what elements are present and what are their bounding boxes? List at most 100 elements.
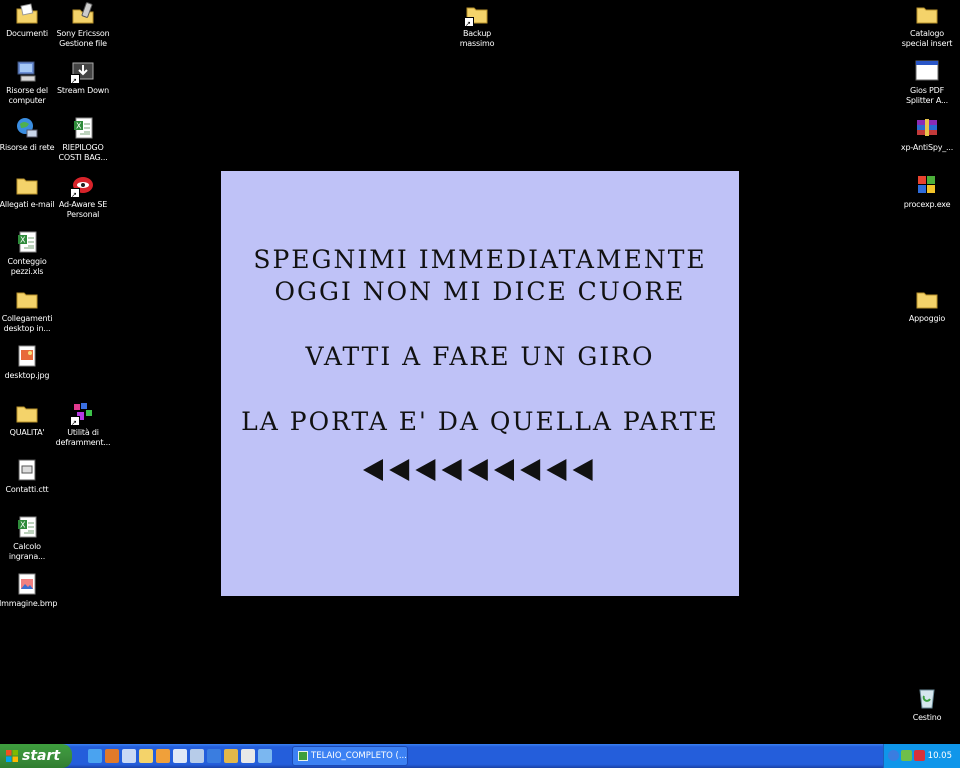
desktop-icon-xp-antispy[interactable]: xp-AntiSpy_... — [899, 116, 955, 153]
left-arrow-icon — [415, 459, 436, 481]
icon-label: Sony Ericsson Gestione file — [56, 29, 110, 48]
icon-label: RIEPILOGO COSTI BAG... — [58, 143, 108, 162]
left-arrow-icon — [546, 459, 567, 481]
icon-label: Risorse di rete — [0, 143, 55, 152]
message-line-3: VATTI A FARE UN GIRO — [305, 342, 655, 371]
desktop-icon-immagine[interactable]: Immagine.bmp — [0, 572, 58, 609]
windows-logo-icon — [915, 173, 939, 197]
icon-label: xp-AntiSpy_... — [900, 143, 954, 152]
icon-label: Cestino — [912, 713, 942, 722]
icon-label: QUALITA' — [9, 428, 45, 437]
left-arrow-icon — [520, 459, 541, 481]
system-tray: 10.05 — [883, 744, 960, 768]
icon-label: Stream Down — [57, 86, 109, 95]
internet-explorer-icon[interactable] — [207, 749, 221, 763]
left-arrow-icon — [572, 459, 593, 481]
icon-label: desktop.jpg — [4, 371, 50, 380]
start-label: start — [22, 748, 61, 764]
security-tray-icon[interactable] — [914, 750, 925, 761]
folder-icon — [915, 287, 939, 311]
calculator-icon[interactable] — [190, 749, 204, 763]
excel-file-icon: X — [71, 116, 95, 140]
desktop-icon-qualita[interactable]: QUALITA' — [0, 401, 55, 438]
explorer-folder-icon[interactable] — [139, 749, 153, 763]
svg-text:X: X — [20, 521, 26, 530]
tray-expand-icon[interactable] — [888, 750, 899, 761]
excel-window-icon — [298, 751, 308, 761]
winrar-archive-icon — [915, 116, 939, 140]
icon-label: Allegati e-mail — [0, 200, 55, 209]
icon-label: Ad-Aware SE Personal — [58, 200, 108, 219]
desktop-icon-documenti[interactable]: Documenti — [0, 2, 55, 39]
desktop-icon-riepilogo[interactable]: X RIEPILOGO COSTI BAG... — [55, 116, 111, 162]
app-window-icon — [915, 59, 939, 83]
message-line-1: SPEGNIMI IMMEDIATAMENTE — [253, 245, 707, 274]
desktop-icon-gios-pdf[interactable]: Gios PDF Splitter A... — [899, 59, 955, 105]
left-arrow-icon — [467, 459, 488, 481]
folder-shortcut-icon — [464, 2, 489, 28]
desktop-icon-catalogo[interactable]: Catalogo special insert — [899, 2, 955, 48]
icon-label: Utilità di deframment... — [55, 428, 111, 447]
excel-file-icon: X — [15, 230, 39, 254]
icon-label: Calcolo ingrana... — [8, 542, 46, 561]
message-line-4: LA PORTA E' DA QUELLA PARTE — [241, 407, 719, 436]
desktop-icon-cestino[interactable]: Cestino — [899, 686, 955, 723]
icon-label: Contatti.ctt — [5, 485, 49, 494]
desktop-icon-contatti[interactable]: Contatti.ctt — [0, 458, 55, 495]
media-app-icon[interactable] — [156, 749, 170, 763]
left-arrow-icon — [363, 459, 383, 481]
left-arrow-icon — [494, 459, 514, 481]
icon-label: Immagine.bmp — [0, 599, 58, 608]
left-arrows-row — [221, 455, 739, 485]
icon-label: Collegamenti desktop in... — [1, 314, 53, 333]
ad-aware-icon — [70, 173, 95, 199]
desktop-icon-desktop-jpg[interactable]: desktop.jpg — [0, 344, 55, 381]
desktop-icon-collegamenti[interactable]: Collegamenti desktop in... — [0, 287, 55, 333]
folder-icon — [15, 173, 39, 197]
icon-label: Risorse del computer — [6, 86, 48, 105]
tools-icon[interactable] — [224, 749, 238, 763]
taskbar-window-label: TELAIO_COMPLETO (... — [311, 751, 407, 761]
desktop-icon-backup-massimo[interactable]: Backupmassimo — [449, 2, 505, 48]
show-desktop-icon[interactable] — [88, 749, 102, 763]
defrag-icon — [70, 401, 95, 427]
folder-icon — [15, 401, 39, 425]
desktop-icon-allegati[interactable]: Allegati e-mail — [0, 173, 55, 210]
clock[interactable]: 10.05 — [928, 744, 952, 768]
taskbar: start TELAIO_COMPLETO (... 10.05 — [0, 744, 960, 768]
svg-text:X: X — [76, 122, 82, 131]
icon-label: Backup massimo — [459, 29, 495, 48]
left-arrow-icon — [441, 459, 462, 481]
contacts-file-icon — [15, 458, 39, 482]
message-line-2: OGGI NON MI DICE CUORE — [274, 277, 686, 306]
svg-text:X: X — [20, 236, 26, 245]
desktop-icon-calcolo[interactable]: X Calcolo ingrana... — [0, 515, 55, 561]
desktop-icon-sony-ericsson[interactable]: Sony Ericsson Gestione file — [55, 2, 111, 48]
desktop-icon-defrag[interactable]: Utilità dideframment... — [55, 401, 111, 447]
icon-label: Appoggio — [908, 314, 946, 323]
documents-folder-icon — [15, 2, 39, 26]
network-tray-icon[interactable] — [901, 750, 912, 761]
folder-icon — [915, 2, 939, 26]
desktop-icon-stream-down[interactable]: Stream Down — [55, 59, 111, 96]
image-file-icon — [15, 344, 39, 368]
my-computer-icon — [15, 59, 39, 83]
messenger-icon[interactable] — [258, 749, 272, 763]
windows-flag-icon — [6, 750, 18, 762]
desktop-icon-ad-aware[interactable]: Ad-Aware SEPersonal — [55, 173, 111, 219]
folder-icon — [15, 287, 39, 311]
document-icon[interactable] — [173, 749, 187, 763]
taskbar-window-button[interactable]: TELAIO_COMPLETO (... — [292, 746, 408, 766]
desktop-icon-risorse-computer[interactable]: Risorse del computer — [0, 59, 55, 105]
phone-folder-icon — [71, 2, 95, 26]
network-icon — [15, 116, 39, 140]
excel-file-icon: X — [15, 515, 39, 539]
desktop-icon-risorse-rete[interactable]: Risorse di rete — [0, 116, 55, 153]
firefox-icon[interactable] — [105, 749, 119, 763]
desktop-icon-conteggio[interactable]: X Conteggio pezzi.xls — [0, 230, 55, 276]
desktop-icon-procexp[interactable]: procexp.exe — [899, 173, 955, 210]
media-player-icon[interactable] — [241, 749, 255, 763]
desktop-icon-appoggio[interactable]: Appoggio — [899, 287, 955, 324]
start-button[interactable]: start — [0, 744, 72, 768]
outlook-express-icon[interactable] — [122, 749, 136, 763]
